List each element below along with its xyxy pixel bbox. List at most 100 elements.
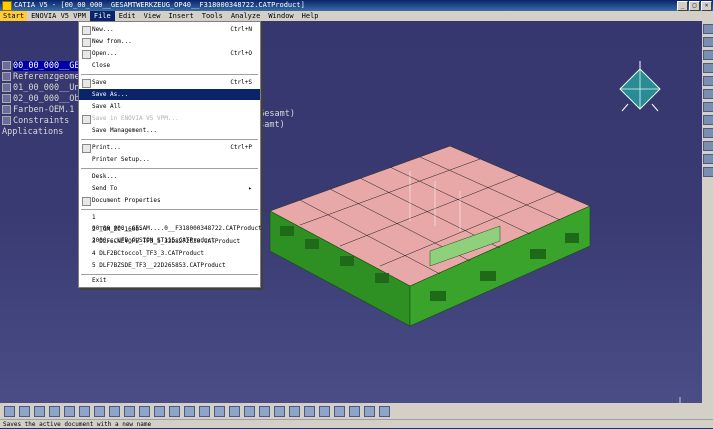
zoom-in-icon[interactable] xyxy=(244,405,255,417)
tree-item[interactable]: Farben-OEM.1 xyxy=(2,105,90,116)
toolbar-button[interactable] xyxy=(703,167,713,177)
paste-icon[interactable] xyxy=(94,405,105,417)
save-icon[interactable] xyxy=(34,405,45,417)
menu-insert[interactable]: Insert xyxy=(164,11,197,21)
undo-icon[interactable] xyxy=(109,405,120,417)
close-button[interactable]: × xyxy=(701,1,712,11)
menu-item-save-all[interactable]: Save All xyxy=(79,101,260,112)
menu-item-save[interactable]: Save Ctrl+S xyxy=(79,77,260,88)
shading-icon[interactable] xyxy=(304,405,315,417)
new-from-icon xyxy=(82,38,91,47)
tree-item[interactable]: Referenzgeome xyxy=(2,72,90,83)
file-menu-dropdown: New... Ctrl+N New from... Open... Ctrl+O C… xyxy=(78,21,262,288)
menu-view[interactable]: View xyxy=(140,11,165,21)
views-icon[interactable] xyxy=(289,405,300,417)
help-icon[interactable] xyxy=(139,405,150,417)
menu-window[interactable]: Window xyxy=(264,11,297,21)
minimize-button[interactable]: _ xyxy=(677,1,688,11)
tree-item[interactable]: 01_00_000__Un xyxy=(2,83,90,94)
formula-icon[interactable] xyxy=(154,405,165,417)
toolbar-button[interactable] xyxy=(703,128,713,138)
constraints-icon xyxy=(2,116,11,125)
toolbar-button[interactable] xyxy=(703,37,713,47)
menu-item-new[interactable]: New... Ctrl+N xyxy=(79,24,260,35)
menu-enovia[interactable]: ENOVIA V5 VPM xyxy=(27,11,90,21)
swap-space-icon[interactable] xyxy=(334,405,345,417)
tree-item[interactable]: Constraints xyxy=(2,116,90,127)
layer-icon[interactable] xyxy=(379,405,390,417)
zoom-out-icon[interactable] xyxy=(259,405,270,417)
menu-item-new-from[interactable]: New from... xyxy=(79,36,260,47)
menu-separator xyxy=(81,168,258,170)
properties-icon xyxy=(82,197,91,206)
hide-show-icon[interactable] xyxy=(319,405,330,417)
menu-item-recent-3[interactable]: 3 DLF6CNEYOPE_TF3_S_32D8272630.CATProduc… xyxy=(79,236,260,247)
menu-analyze[interactable]: Analyze xyxy=(227,11,265,21)
tree-item-label: 01_00_000__Un xyxy=(13,83,80,93)
catalog-icon[interactable] xyxy=(169,405,180,417)
menu-edit[interactable]: Edit xyxy=(115,11,140,21)
measure-icon[interactable] xyxy=(349,405,360,417)
tree-root[interactable]: 00_00_000__GESA xyxy=(2,61,90,72)
open-icon[interactable] xyxy=(19,405,30,417)
menu-item-recent-2[interactable]: 2 TGM_ZC-1600-2000...UFB_CUSION_ST115.CA… xyxy=(79,224,260,244)
print-icon[interactable] xyxy=(49,405,60,417)
grid-icon[interactable] xyxy=(199,405,210,417)
bottom-toolbar xyxy=(0,403,713,419)
menu-item-recent-1[interactable]: 1 00_00_000__GESAM....0__F318000348722.C… xyxy=(79,212,262,232)
maximize-button[interactable]: □ xyxy=(689,1,700,11)
tree-item-label: Applications xyxy=(2,127,64,137)
part-icon xyxy=(2,72,11,81)
menu-item-document-properties[interactable]: Document Properties xyxy=(79,195,260,206)
toolbar-button[interactable] xyxy=(703,154,713,164)
toolbar-button[interactable] xyxy=(703,115,713,125)
tooling-model[interactable] xyxy=(260,91,600,341)
menu-item-recent-5[interactable]: 5 DLF7BZSDE_TF3__22D265853.CATProduct xyxy=(79,260,260,271)
right-toolbar xyxy=(702,21,713,403)
menu-item-close[interactable]: Close xyxy=(79,60,260,71)
menu-start[interactable]: Start xyxy=(0,11,28,21)
menu-help[interactable]: Help xyxy=(298,11,323,21)
menu-item-recent-4[interactable]: 4 DLF2BCtoccol_TF3_3.CATProduct xyxy=(79,248,260,259)
menu-separator xyxy=(81,139,258,141)
tree-item[interactable]: 02_00_000__Ob xyxy=(2,94,90,105)
menu-item-print[interactable]: Print... Ctrl+P xyxy=(79,142,260,153)
menu-file[interactable]: File xyxy=(89,11,115,21)
tree-item-label: 02_00_000__Ob xyxy=(13,94,80,104)
window-title: CATIA V5 - [00_00_000__GESAMTWERKZEUG_OP… xyxy=(14,1,305,9)
menu-item-exit[interactable]: Exit xyxy=(79,275,260,286)
toolbar-button[interactable] xyxy=(703,24,713,34)
menu-separator xyxy=(81,209,258,211)
new-icon[interactable] xyxy=(4,405,15,417)
menu-item-open[interactable]: Open... Ctrl+O xyxy=(79,48,260,59)
menu-separator xyxy=(81,74,258,76)
status-bar: Saves the active document with a new nam… xyxy=(0,419,713,428)
redo-icon[interactable] xyxy=(124,405,135,417)
normal-view-icon[interactable] xyxy=(274,405,285,417)
tree-item[interactable]: Applications xyxy=(2,127,90,138)
toolbar-button[interactable] xyxy=(703,63,713,73)
tree-item-label: Referenzgeome xyxy=(13,72,80,82)
copy-icon[interactable] xyxy=(79,405,90,417)
pan-icon[interactable] xyxy=(214,405,225,417)
rotate-icon[interactable] xyxy=(229,405,240,417)
tree-item-label: Farben-OEM.1 xyxy=(13,105,75,115)
toolbar-button[interactable] xyxy=(703,102,713,112)
menu-item-save-in-enovia[interactable]: Save in ENOVIA V5 VPM... xyxy=(79,113,260,124)
menu-item-save-as[interactable]: Save As... xyxy=(79,89,260,100)
select-icon[interactable] xyxy=(184,405,195,417)
toolbar-button[interactable] xyxy=(703,50,713,60)
menu-tools[interactable]: Tools xyxy=(198,11,227,21)
toolbar-button[interactable] xyxy=(703,76,713,86)
menu-item-send-to[interactable]: Send To ▸ xyxy=(79,183,260,194)
menu-item-desk[interactable]: Desk... xyxy=(79,171,260,182)
toolbar-button[interactable] xyxy=(703,89,713,99)
tree-item-label: Constraints xyxy=(13,116,70,126)
menu-item-save-management[interactable]: Save Management... xyxy=(79,125,260,136)
compass-icon[interactable] xyxy=(618,59,662,115)
menu-item-printer-setup[interactable]: Printer Setup... xyxy=(79,154,260,165)
apply-material-icon[interactable] xyxy=(364,405,375,417)
catia-logo-icon xyxy=(2,0,12,11)
cut-icon[interactable] xyxy=(64,405,75,417)
toolbar-button[interactable] xyxy=(703,141,713,151)
